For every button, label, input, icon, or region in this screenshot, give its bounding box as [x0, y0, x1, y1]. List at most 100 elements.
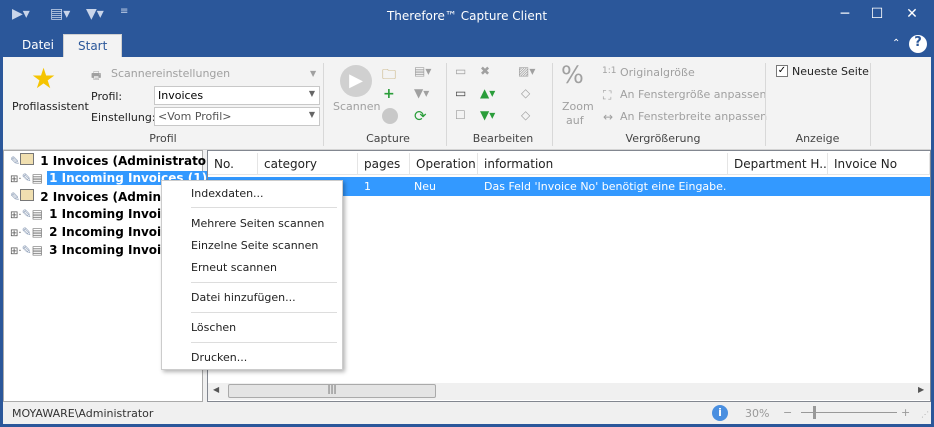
menu-separator	[191, 342, 337, 343]
zoom-slider-thumb[interactable]	[813, 406, 816, 419]
status-bar: MOYAWARE\Administrator i 30% − + ⋰	[3, 402, 931, 424]
resize-grip-icon[interactable]: ⋰	[921, 410, 929, 419]
profilassistent-button[interactable]: Profilassistent	[12, 100, 89, 113]
divider	[552, 63, 553, 146]
tree-node[interactable]: ⊞·✎▤ 3 Incoming Invoices	[10, 243, 186, 261]
menu-item-loeschen[interactable]: Löschen	[191, 321, 236, 334]
newest-page-checkbox[interactable]: ✓	[776, 65, 788, 77]
group-label-vergroesserung: Vergrößerung	[625, 132, 701, 145]
move-down-icon[interactable]: ▼▾	[480, 108, 495, 122]
scroll-left-icon[interactable]: ◀	[213, 385, 219, 394]
zoom-line2[interactable]: auf	[566, 114, 584, 127]
menu-separator	[191, 207, 337, 208]
wand-star-icon: ★	[31, 62, 57, 95]
documents-icon: ▤	[31, 171, 43, 185]
chevron-down-icon: ▼	[308, 89, 315, 98]
rotate-right-icon[interactable]: ◇	[521, 108, 530, 122]
fit-width-button[interactable]: An Fensterbreite anpassen	[620, 110, 767, 123]
rotate-left-icon[interactable]: ◇	[521, 86, 530, 100]
einstellung-select[interactable]: <Vom Profil> ▼	[154, 107, 320, 126]
expand-icon[interactable]: ⊞·	[10, 210, 22, 221]
pencil-icon: ✎	[10, 190, 21, 204]
pages-icon[interactable]: ▤▾	[414, 64, 431, 78]
scan-play-icon[interactable]: ▶	[340, 65, 372, 97]
collapse-ribbon-icon[interactable]: ⌃	[892, 38, 900, 49]
fit-window-button[interactable]: An Fenstergröße anpassen	[620, 88, 766, 101]
folder-icon[interactable]: 🗀	[382, 64, 396, 88]
expand-icon[interactable]: ⊞·	[10, 174, 22, 185]
menu-item-drucken[interactable]: Drucken...	[191, 351, 247, 364]
zoom-line1[interactable]: Zoom	[562, 100, 594, 113]
tree-node[interactable]: ⊞·✎▤ 2 Incoming Invoices	[10, 225, 186, 243]
context-menu: Indexdaten... Mehrere Seiten scannen Ein…	[161, 180, 343, 370]
window-title: Therefore™ Capture Client	[386, 9, 548, 23]
column-header-department[interactable]: Department H...	[728, 153, 828, 175]
expand-icon[interactable]: ⊞·	[10, 246, 22, 257]
cell-information: Das Feld 'Invoice No' benötigt eine Eing…	[484, 180, 727, 193]
add-page-icon[interactable]: +	[383, 86, 395, 102]
original-size-button[interactable]: Originalgröße	[620, 66, 695, 79]
delete-icon[interactable]: ✖	[480, 64, 490, 78]
tab-datei[interactable]: Datei	[8, 34, 68, 57]
help-icon[interactable]: ?	[909, 35, 927, 53]
move-up-icon[interactable]: ▲▾	[480, 86, 495, 100]
newest-page-label[interactable]: Neueste Seite	[792, 65, 869, 78]
zoom-level: 30%	[745, 407, 770, 420]
horizontal-scrollbar[interactable]: ◀ ||| ▶	[208, 383, 930, 400]
send-icon[interactable]: ▼▾	[414, 86, 429, 100]
close-button[interactable]: ✕	[897, 6, 927, 22]
expand-icon[interactable]: ⊞·	[10, 228, 22, 239]
ribbon: ★ Profilassistent 🖶 Scannereinstellungen…	[3, 57, 931, 150]
cell-pages: 1	[364, 180, 371, 193]
profil-label: Profil:	[91, 90, 123, 103]
scanner-settings-button[interactable]: Scannereinstellungen	[111, 67, 230, 80]
divider	[446, 63, 447, 146]
fit-window-icon: ⛶	[603, 88, 612, 102]
group-label-anzeige: Anzeige	[795, 132, 840, 145]
divider	[870, 63, 871, 146]
fit-width-icon: ↔	[603, 110, 614, 124]
pencil-icon: ✎	[21, 171, 32, 185]
zoom-out-button[interactable]: −	[783, 406, 792, 419]
documents-icon: ▤	[31, 243, 43, 257]
column-header-category[interactable]: category	[258, 153, 358, 175]
pencil-icon: ✎	[21, 225, 32, 239]
title-bar: ▶▾ ▤▾ ▼▾ ≡ Therefore™ Capture Client ─ ☐…	[0, 0, 934, 32]
menu-item-mehrere-seiten-scannen[interactable]: Mehrere Seiten scannen	[191, 217, 324, 230]
pencil-icon: ✎	[21, 207, 32, 221]
status-user: MOYAWARE\Administrator	[12, 407, 154, 420]
image-icon[interactable]: ▨▾	[518, 64, 535, 78]
stop-icon[interactable]	[382, 108, 398, 124]
split-icon[interactable]: ▭	[455, 86, 466, 100]
column-header-invoice-no[interactable]: Invoice No	[828, 153, 930, 175]
tab-start[interactable]: Start	[63, 34, 123, 57]
menu-item-erneut-scannen[interactable]: Erneut scannen	[191, 261, 277, 274]
tree-node[interactable]: ⊞·✎▤ 1 Incoming Invoices	[10, 207, 186, 225]
column-header-no[interactable]: No.	[208, 153, 258, 175]
scrollbar-thumb[interactable]: |||	[228, 384, 436, 398]
maximize-button[interactable]: ☐	[862, 6, 892, 22]
documents-icon: ▤	[31, 207, 43, 221]
column-header-pages[interactable]: pages	[358, 153, 410, 175]
einstellung-value: <Vom Profil>	[158, 110, 232, 123]
minimize-button[interactable]: ─	[830, 6, 860, 22]
info-icon[interactable]: i	[712, 405, 728, 421]
column-header-information[interactable]: information	[478, 153, 728, 175]
tree-node-label: 1 Invoices (Administrator)	[40, 154, 218, 168]
chevron-down-icon: ▼	[308, 110, 315, 119]
menu-separator	[191, 282, 337, 283]
menu-item-einzelne-seite-scannen[interactable]: Einzelne Seite scannen	[191, 239, 318, 252]
column-header-operation[interactable]: Operation	[410, 153, 478, 175]
join-icon[interactable]: ☐	[455, 108, 466, 122]
tree-node[interactable]: ✎ 1 Invoices (Administrator)	[10, 153, 219, 171]
zoom-in-button[interactable]: +	[901, 406, 910, 419]
zoom-icon[interactable]: %	[561, 61, 584, 89]
scroll-right-icon[interactable]: ▶	[918, 385, 924, 394]
menu-item-datei-hinzufuegen[interactable]: Datei hinzufügen...	[191, 291, 296, 304]
scannen-button[interactable]: Scannen	[333, 100, 380, 113]
select-icon[interactable]: ▭	[455, 64, 466, 78]
pencil-icon: ✎	[10, 154, 21, 168]
profil-select[interactable]: Invoices ▼	[154, 86, 320, 105]
menu-item-indexdaten[interactable]: Indexdaten...	[191, 187, 264, 200]
refresh-icon[interactable]: ⟳	[414, 107, 427, 125]
